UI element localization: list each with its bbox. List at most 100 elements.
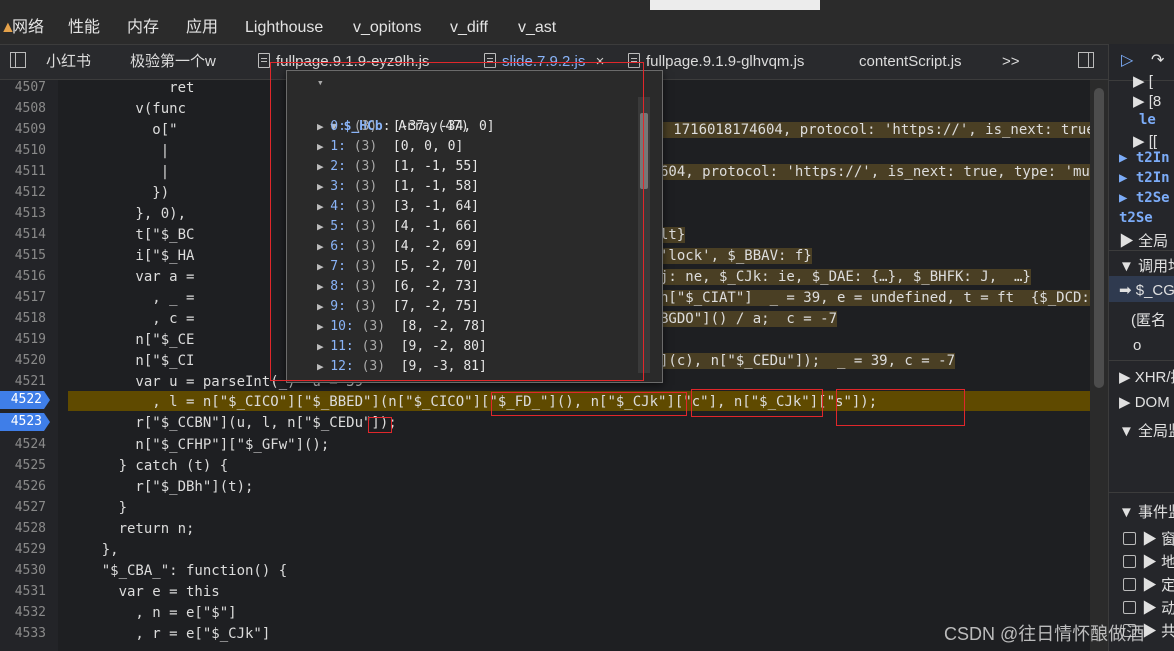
code-line: n["$_CE (68, 332, 195, 348)
code-line: i["$_HA (68, 248, 195, 264)
line-number[interactable]: 4526 (0, 479, 46, 494)
line-number[interactable]: 4521 (0, 374, 46, 389)
file-tab-label: fullpage.9.1.9-glhvqm.js (646, 53, 805, 70)
step-over-icon[interactable]: ↷ (1151, 50, 1164, 70)
line-number[interactable]: 4517 (0, 290, 46, 305)
scope-entry[interactable]: ▶ [8 (1133, 92, 1161, 110)
code-line: r["$_DBh"](t); (68, 479, 254, 495)
more-tabs-icon[interactable]: >> (1002, 45, 1020, 79)
line-number[interactable]: 4515 (0, 248, 46, 263)
inline-value: ](c), n["$_CEDu"]); _ = 39, c = -7 (660, 353, 956, 369)
code-line: v(func (68, 101, 187, 117)
inline-value: BGDO"]() / a; c = -7 (660, 311, 838, 327)
inline-value: 604, protocol: 'https://', is_next: true… (660, 164, 1090, 180)
event-listener-breakpoints-section[interactable]: ▼ 事件监 (1119, 501, 1174, 522)
debugger-sidebar: ▷ ↷ ▶ [ ▶ [8 le ▶ [[ ▶ t2In ▶ t2In ▶ t2S… (1108, 44, 1174, 651)
tab-network[interactable]: 网络 (12, 0, 44, 44)
call-stack-frame[interactable]: o (1133, 337, 1141, 354)
editor-scrollbar[interactable] (1090, 80, 1108, 651)
line-number[interactable]: 4527 (0, 500, 46, 515)
line-number[interactable]: 4528 (0, 521, 46, 536)
tab-application[interactable]: 应用 (186, 0, 218, 44)
tab-v-opitons[interactable]: v_opitons (353, 0, 422, 44)
call-stack-section[interactable]: ▼ 调用堆 (1119, 255, 1174, 276)
code-line: n["$_CI (68, 353, 195, 369)
tab-performance[interactable]: 性能 (68, 0, 100, 44)
code-line: , r = e["$_CJk"] (68, 626, 271, 642)
code-line: } catch (t) { (68, 458, 229, 474)
line-number[interactable]: 4507 (0, 80, 46, 95)
tab-v-ast[interactable]: v_ast (518, 0, 556, 44)
file-tab[interactable]: 小红书 (46, 45, 91, 79)
toggle-debugger-icon[interactable] (1078, 45, 1094, 79)
line-number[interactable]: 4509 (0, 122, 46, 137)
line-number[interactable]: 4513 (0, 206, 46, 221)
code-line: o[" (68, 122, 178, 138)
scope-entry[interactable]: le (1139, 112, 1156, 128)
tab-memory[interactable]: 内存 (127, 0, 159, 44)
code-line: var a = (68, 269, 195, 285)
watermark: CSDN @往日情怀酿做酒 (944, 624, 1145, 644)
checkbox[interactable] (1123, 555, 1136, 568)
line-number[interactable]: 4532 (0, 605, 46, 620)
xhr-breakpoints-section[interactable]: ▶ XHR/提 (1119, 366, 1174, 387)
toggle-navigator-icon[interactable] (10, 45, 26, 79)
line-number[interactable]: 4525 (0, 458, 46, 473)
annotation-box (836, 389, 965, 426)
line-number[interactable]: 4530 (0, 563, 46, 578)
line-number[interactable]: 4512 (0, 185, 46, 200)
resume-icon[interactable]: ▷ (1121, 50, 1133, 70)
scope-entry[interactable]: ▶ [ (1133, 72, 1153, 90)
call-stack-frame[interactable]: (匿名 (1131, 309, 1166, 330)
code-line: , _ = (68, 290, 195, 306)
code-line: r["$_CCBN"](u, l, n["$_CEDu"]); (68, 415, 397, 431)
line-number[interactable]: 4519 (0, 332, 46, 347)
line-number[interactable]: 4518 (0, 311, 46, 326)
code-line: | (68, 143, 170, 159)
file-tab[interactable]: 极验第一个w (130, 45, 216, 79)
checkbox[interactable] (1123, 578, 1136, 591)
line-number[interactable]: 4514 (0, 227, 46, 242)
scope-entry[interactable]: ▶ t2In (1119, 150, 1170, 166)
devtools-main-tabs: ▲ 网络 性能 内存 应用 Lighthouse v_opitons v_dif… (0, 0, 1174, 45)
inline-value: F: 1716018174604, protocol: 'https://', … (648, 122, 1090, 138)
line-number[interactable]: 4508 (0, 101, 46, 116)
line-number[interactable]: 4520 (0, 353, 46, 368)
line-number[interactable]: 4516 (0, 269, 46, 284)
annotation-box (270, 62, 644, 381)
line-number[interactable]: 4531 (0, 584, 46, 599)
window-strip (650, 0, 820, 10)
tab-lighthouse[interactable]: Lighthouse (245, 0, 323, 44)
inline-value: lt} (660, 227, 686, 243)
scope-entry[interactable]: t2Se (1119, 210, 1153, 226)
annotation-box (691, 389, 823, 417)
call-stack-frame-active[interactable]: ➡ $_CGI (1119, 281, 1174, 299)
code-line: ret (68, 80, 195, 96)
event-category-row[interactable]: ▶ 定 (1123, 574, 1174, 595)
line-number[interactable]: 4533 (0, 626, 46, 641)
inline-value: 'lock', $_BBAV: f} (660, 248, 812, 264)
event-category-row[interactable]: ▶ 动 (1123, 597, 1174, 618)
event-category-row[interactable]: ▶ 地 (1123, 551, 1174, 572)
line-number[interactable]: 4529 (0, 542, 46, 557)
scope-entry[interactable]: ▶ [[ (1133, 132, 1157, 150)
dom-breakpoints-section[interactable]: ▶ DOM (1119, 393, 1170, 411)
file-tab[interactable]: contentScript.js (859, 45, 962, 79)
line-number[interactable]: 4511 (0, 164, 46, 179)
scrollbar-thumb[interactable] (1094, 88, 1104, 388)
global-listeners-section[interactable]: ▼ 全局监 (1119, 420, 1174, 441)
global-scope-section[interactable]: ▶ 全局 (1119, 230, 1168, 251)
line-number[interactable]: 4524 (0, 437, 46, 452)
event-category-row[interactable]: ▶ 窗 (1123, 528, 1174, 549)
breakpoint-marker[interactable]: 4523 (0, 413, 50, 431)
checkbox[interactable] (1123, 532, 1136, 545)
scope-entry[interactable]: ▶ t2In (1119, 170, 1170, 186)
scope-entry[interactable]: ▶ t2Se (1119, 190, 1170, 206)
code-line: t["$_BC (68, 227, 195, 243)
line-number[interactable]: 4510 (0, 143, 46, 158)
breakpoint-marker[interactable]: 4522 (0, 391, 50, 409)
file-icon (258, 53, 270, 68)
tab-v-diff[interactable]: v_diff (450, 0, 488, 44)
checkbox[interactable] (1123, 601, 1136, 614)
line-number-gutter[interactable]: 4507 4508 4509 4510 4511 4512 4513 4514 … (0, 80, 58, 651)
